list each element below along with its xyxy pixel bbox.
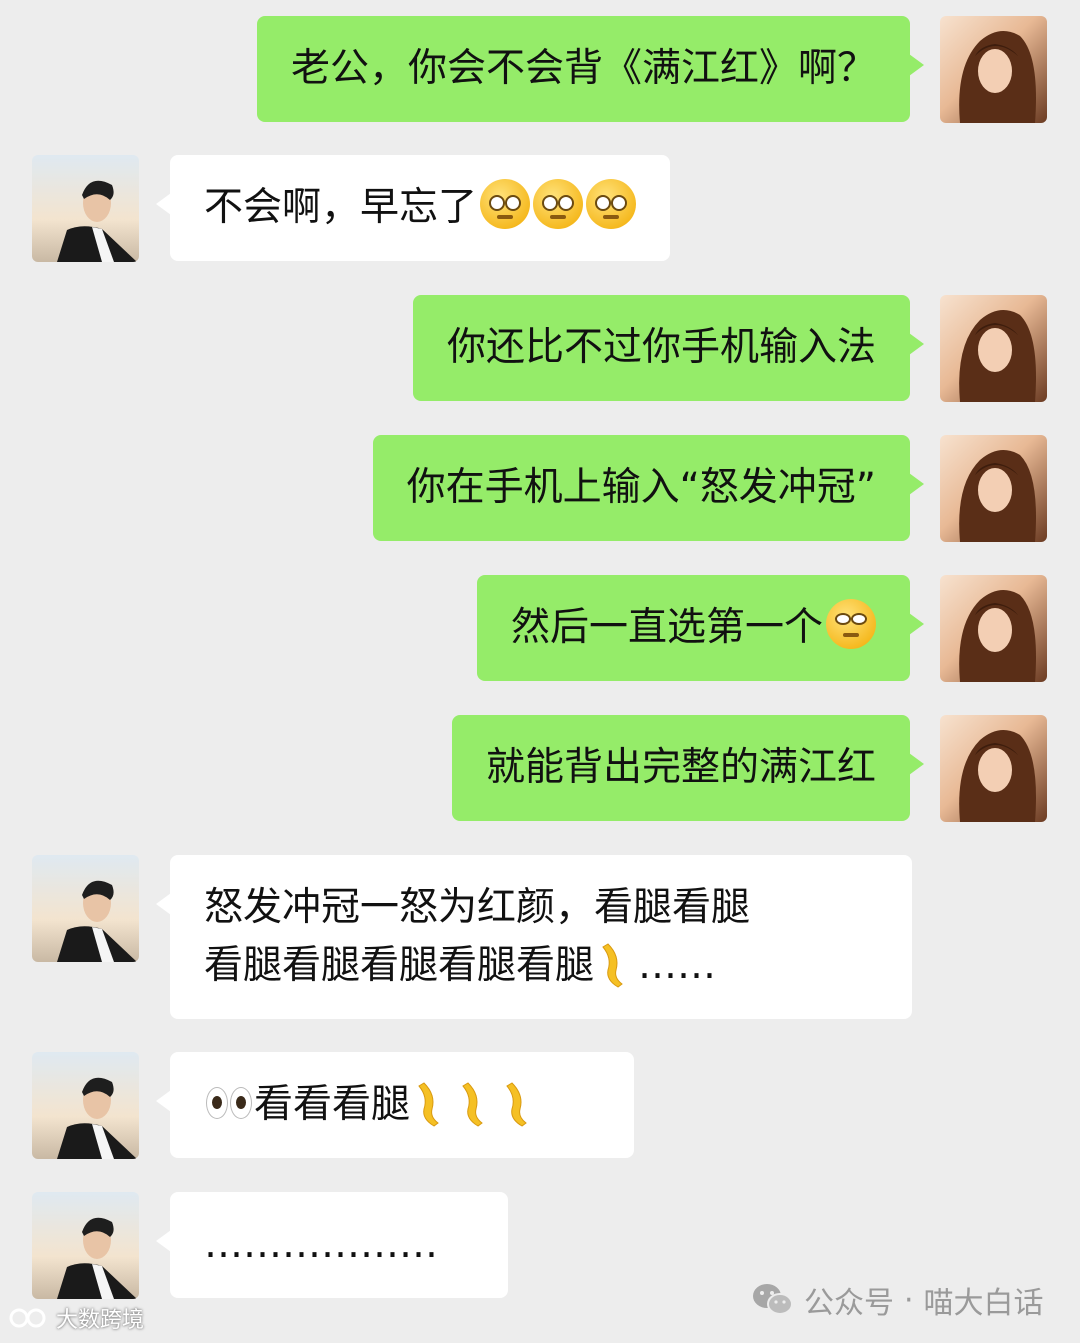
avatar-wife[interactable] [940,575,1047,682]
leg-icon [418,1082,439,1127]
avatar-wife[interactable] [940,435,1047,542]
watermark-logo-icon [9,1308,46,1328]
message-text: 你还比不过你手机输入法 [446,325,876,370]
watermark-left-text: 大数跨境 [56,1308,145,1333]
pleading-face-icon [586,179,637,229]
message-text: 你在手机上输入“怒发冲冠” [406,465,876,510]
message-bubble-outgoing[interactable]: 就能背出完整的满江红 [451,715,925,821]
message-text: 就能背出完整的满江红 [485,745,876,790]
eyes-icon [204,1085,254,1121]
watermark-right-name: 喵大白话 [923,1286,1044,1321]
message-text: ……………… [204,1222,438,1267]
message-bubble-incoming[interactable]: ……………… [156,1192,508,1298]
message-bubble-outgoing[interactable]: 你还比不过你手机输入法 [412,295,925,401]
watermark-left: 大数跨境 [8,1302,144,1334]
leg-icon [462,1082,483,1127]
message-bubble-incoming[interactable]: 看看看腿 [156,1052,634,1158]
pleading-face-icon [533,179,584,229]
message-bubble-incoming[interactable]: 怒发冲冠一怒为红颜，看腿看腿 看腿看腿看腿看腿看腿 …… [156,855,912,1019]
message-text: 看腿看腿看腿看腿看腿 [204,943,595,988]
watermark-right: 公众号 · 喵大白话 [752,1278,1044,1322]
message-text: 老公，你会不会背《满江红》啊？ [290,46,876,91]
message-text-line: 怒发冲冠一怒为红颜，看腿看腿 [204,885,751,930]
leg-icon [602,943,623,988]
avatar-husband[interactable] [32,855,139,962]
watermark-right-prefix: 公众号 [804,1286,894,1321]
avatar-wife[interactable] [940,715,1047,822]
avatar-husband[interactable] [32,1192,139,1299]
avatar-wife[interactable] [940,295,1047,402]
avatar-husband[interactable] [32,155,139,262]
message-text: 然后一直选第一个 [510,605,823,650]
message-text: 不会啊，早忘了 [204,185,478,230]
leg-icon [506,1082,527,1127]
message-text: 看看看腿 [254,1082,411,1127]
rolling-eyes-face-icon [826,599,876,649]
message-bubble-outgoing[interactable]: 然后一直选第一个 [476,575,925,681]
message-bubble-incoming[interactable]: 不会啊，早忘了 [155,155,671,261]
pleading-face-icon [480,179,531,229]
watermark-right-separator: · [904,1282,914,1318]
message-text-line: 看腿看腿看腿看腿看腿 …… [204,937,878,995]
message-bubble-outgoing[interactable]: 你在手机上输入“怒发冲冠” [372,435,925,541]
avatar-wife[interactable] [940,16,1047,123]
message-bubble-outgoing[interactable]: 老公，你会不会背《满江红》啊？ [256,16,925,122]
wechat-icon [753,1284,793,1315]
message-text: …… [638,943,717,988]
avatar-husband[interactable] [32,1052,139,1159]
